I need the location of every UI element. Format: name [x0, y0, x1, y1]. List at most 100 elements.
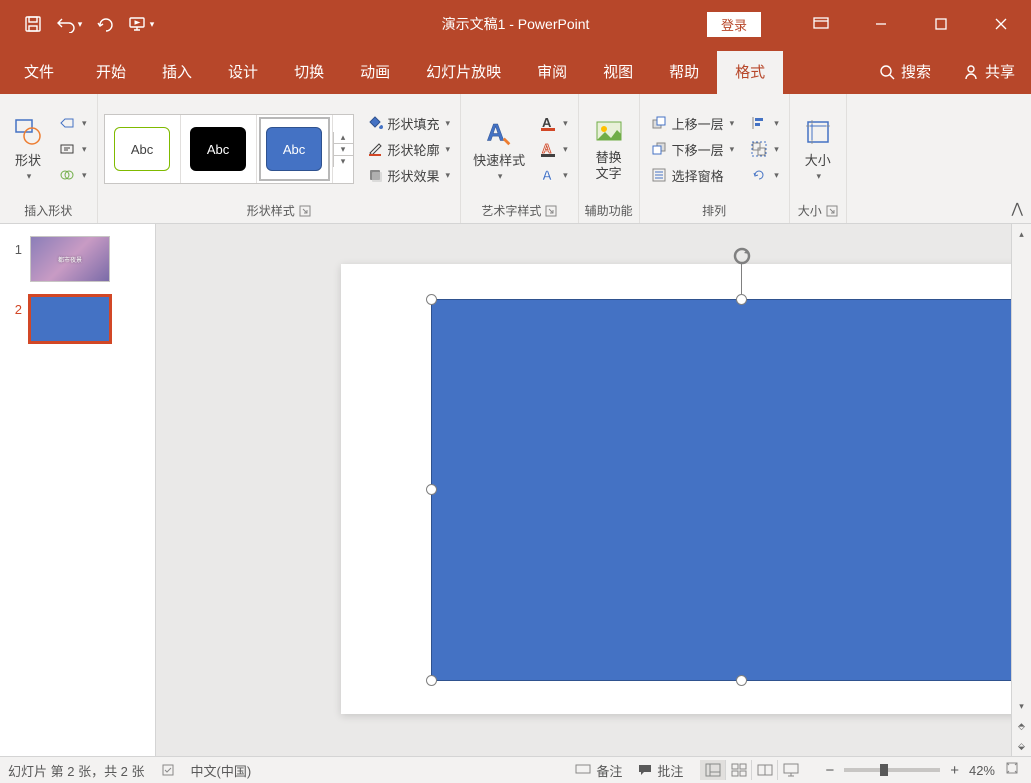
undo-button[interactable]: ▾	[54, 9, 84, 39]
alt-text-label: 替换 文字	[596, 150, 622, 181]
bring-forward-button[interactable]: 上移一层▾	[646, 110, 739, 136]
maximize-button[interactable]	[911, 0, 971, 48]
vertical-scrollbar[interactable]: ▴ ▾ ⬘ ⬙	[1011, 224, 1031, 756]
share-button[interactable]: 共享	[947, 51, 1031, 94]
rotate-button[interactable]: ▾	[746, 162, 783, 188]
group-button[interactable]: ▾	[746, 136, 783, 162]
minimize-button[interactable]	[851, 0, 911, 48]
text-fill-button[interactable]: A▾	[535, 110, 572, 136]
text-box-button[interactable]: ▾	[54, 136, 91, 162]
notes-button[interactable]: 备注	[575, 761, 622, 780]
quick-access-toolbar: ▾ ▾	[0, 9, 156, 39]
zoom-slider[interactable]	[844, 768, 940, 772]
selection-pane-button[interactable]: 选择窗格	[646, 162, 739, 188]
share-label: 共享	[985, 61, 1015, 82]
fit-to-window-button[interactable]	[1001, 761, 1023, 779]
alt-text-button[interactable]: 替换 文字	[587, 114, 631, 183]
title-bar: ▾ ▾ 演示文稿1 - PowerPoint 登录	[0, 0, 1031, 48]
group-shape-styles: Abc Abc Abc ▴ ▾ ▾ 形状填充▾ 形状轮廓▾ 形状效果▾ 形状样式	[98, 94, 462, 223]
shapes-button[interactable]: 形状 ▾	[6, 114, 50, 184]
gallery-scroll-up[interactable]: ▴	[334, 132, 353, 144]
rotation-connector	[741, 264, 742, 294]
shape-effects-button[interactable]: 形状效果▾	[362, 162, 455, 188]
slide-counter[interactable]: 幻灯片 第 2 张，共 2 张	[8, 761, 145, 780]
shape-styles-dialog-launcher[interactable]	[299, 205, 311, 217]
collapse-ribbon-button[interactable]: ⋀	[1012, 200, 1023, 217]
gallery-more[interactable]: ▾	[334, 156, 353, 167]
tab-review[interactable]: 审阅	[519, 51, 585, 94]
zoom-in-button[interactable]: +	[946, 762, 963, 779]
wordart-dialog-launcher[interactable]	[545, 205, 557, 217]
resize-handle-ml[interactable]	[426, 484, 437, 495]
start-from-beginning-button[interactable]: ▾	[126, 9, 156, 39]
slide-sorter-view-button[interactable]	[726, 760, 752, 780]
resize-handle-tm[interactable]	[736, 294, 747, 305]
tab-view[interactable]: 视图	[585, 51, 651, 94]
status-bar: 幻灯片 第 2 张，共 2 张 中文(中国) 备注 批注 − + 42%	[0, 756, 1031, 783]
reading-view-button[interactable]	[752, 760, 778, 780]
tab-animations[interactable]: 动画	[342, 51, 408, 94]
scroll-track[interactable]	[1012, 244, 1031, 696]
text-outline-button[interactable]: A▾	[535, 136, 572, 162]
size-label: 大小	[805, 150, 831, 169]
rotation-handle[interactable]	[730, 244, 754, 268]
tab-home[interactable]: 开始	[78, 51, 144, 94]
next-slide-button[interactable]: ⬙	[1012, 736, 1031, 756]
resize-handle-bl[interactable]	[426, 675, 437, 686]
redo-button[interactable]	[90, 9, 120, 39]
slide-thumbnail-1[interactable]: 都市夜景	[30, 236, 110, 282]
tab-file[interactable]: 文件	[0, 51, 78, 94]
tab-design[interactable]: 设计	[210, 51, 276, 94]
svg-text:A: A	[487, 119, 505, 146]
zoom-thumb[interactable]	[880, 764, 888, 776]
send-backward-button[interactable]: 下移一层▾	[646, 136, 739, 162]
login-button[interactable]: 登录	[707, 12, 761, 37]
shape-effects-label: 形状效果	[388, 166, 440, 185]
text-effects-button[interactable]: A▾	[535, 162, 572, 188]
tab-slideshow[interactable]: 幻灯片放映	[408, 51, 519, 94]
resize-handle-tl[interactable]	[426, 294, 437, 305]
slideshow-view-button[interactable]	[778, 760, 804, 780]
tab-format[interactable]: 格式	[717, 51, 783, 94]
style-preset-1[interactable]: Abc	[105, 115, 181, 183]
quick-styles-button[interactable]: A 快速样式 ▾	[467, 114, 531, 184]
svg-text:A: A	[542, 141, 552, 156]
group-label-wordart: 艺术字样式	[481, 202, 541, 219]
shape-fill-button[interactable]: 形状填充▾	[362, 110, 455, 136]
slide-canvas-area[interactable]	[156, 224, 1011, 756]
tab-transitions[interactable]: 切换	[276, 51, 342, 94]
slide-thumbnail-2[interactable]	[30, 296, 110, 342]
slide-canvas[interactable]	[341, 264, 1011, 714]
merge-shapes-button[interactable]: ▾	[54, 162, 91, 188]
save-button[interactable]	[18, 9, 48, 39]
close-button[interactable]	[971, 0, 1031, 48]
edit-shape-button[interactable]: ▾	[54, 110, 91, 136]
size-button[interactable]: 大小 ▾	[796, 114, 840, 184]
ribbon-display-options-button[interactable]	[791, 0, 851, 48]
align-button[interactable]: ▾	[746, 110, 783, 136]
svg-text:A: A	[542, 167, 552, 183]
scroll-down-button[interactable]: ▾	[1012, 696, 1031, 716]
selected-rectangle-shape[interactable]	[431, 299, 1011, 681]
style-preset-3[interactable]: Abc	[257, 115, 333, 183]
resize-handle-bm[interactable]	[736, 675, 747, 686]
thumb-number-2: 2	[8, 296, 22, 317]
ribbon: 形状 ▾ ▾ ▾ ▾ 插入形状 Abc Abc Abc ▴ ▾ ▾	[0, 94, 1031, 224]
style-preset-2[interactable]: Abc	[181, 115, 257, 183]
zoom-out-button[interactable]: −	[821, 762, 838, 779]
tab-insert[interactable]: 插入	[144, 51, 210, 94]
scroll-up-button[interactable]: ▴	[1012, 224, 1031, 244]
prev-slide-button[interactable]: ⬘	[1012, 716, 1031, 736]
gallery-scroll-down[interactable]: ▾	[334, 144, 353, 156]
shape-outline-button[interactable]: 形状轮廓▾	[362, 136, 455, 162]
normal-view-button[interactable]	[700, 760, 726, 780]
spellcheck-button[interactable]	[161, 763, 175, 777]
comments-button[interactable]: 批注	[638, 761, 683, 780]
search-button[interactable]: 搜索	[863, 51, 947, 94]
size-dialog-launcher[interactable]	[826, 205, 838, 217]
zoom-percentage[interactable]: 42%	[969, 763, 995, 778]
language-button[interactable]: 中文(中国)	[191, 761, 252, 780]
svg-text:A: A	[542, 115, 552, 130]
tab-help[interactable]: 帮助	[651, 51, 717, 94]
view-buttons	[699, 759, 805, 781]
